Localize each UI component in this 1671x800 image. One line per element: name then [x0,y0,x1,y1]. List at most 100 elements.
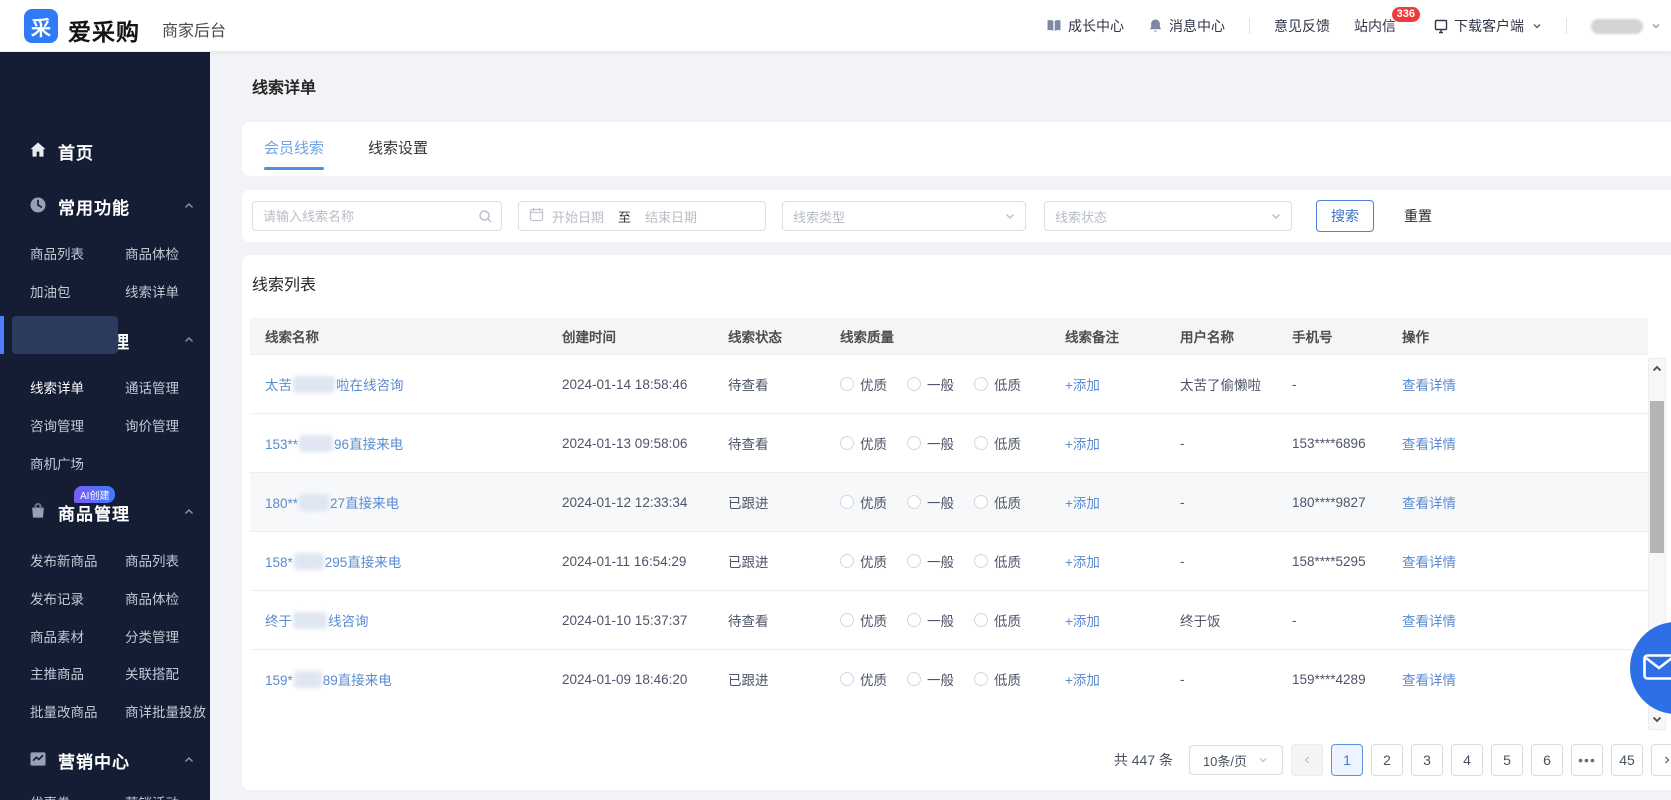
sidebar-item[interactable]: 询价管理 [125,415,179,435]
sidebar-item-home[interactable]: 首页 [0,138,210,164]
start-date-placeholder[interactable]: 开始日期 [552,207,604,226]
view-details-link[interactable]: 查看详情 [1402,378,1456,393]
search-button[interactable]: 搜索 [1316,200,1374,232]
sidebar-section-marketing[interactable]: 营销中心 [0,747,210,773]
view-details-link[interactable]: 查看详情 [1402,496,1456,511]
date-range-picker[interactable]: 开始日期 至 结束日期 [518,201,766,231]
site-mail-link[interactable]: 站内信 336 [1354,7,1420,36]
tabs-card: 会员线索 线索设置 [242,122,1671,176]
phone-number: 180****9827 [1292,494,1366,510]
sidebar-item-lead-details-active[interactable]: 线索详单 [30,377,84,397]
sidebar-submenu-row: 咨询管理 询价管理 [0,415,210,437]
sidebar-item[interactable]: 通话管理 [125,377,179,397]
add-remark-link[interactable]: +添加 [1065,496,1100,511]
quality-radio-low[interactable]: 低质 [974,492,1021,512]
prev-page-button[interactable]: ‹ [1291,744,1323,776]
sidebar-item[interactable]: 关联搭配 [125,663,179,683]
sidebar-item[interactable]: 商机广场 [30,453,84,473]
quality-radio-low[interactable]: 低质 [974,433,1021,453]
sidebar-section-common[interactable]: 常用功能 [0,193,210,219]
growth-center-link[interactable]: 成长中心 [1046,16,1124,36]
lead-status-select[interactable]: 线索状态 [1044,201,1292,231]
tab-lead-settings[interactable]: 线索设置 [368,137,428,170]
scroll-up-arrow[interactable] [1649,359,1665,379]
lead-name-link[interactable]: 终于 线咨询 [265,612,369,629]
view-details-link[interactable]: 查看详情 [1402,437,1456,452]
sidebar-item[interactable]: 分类管理 [125,626,179,646]
view-details-link[interactable]: 查看详情 [1402,614,1456,629]
lead-name-link[interactable]: 158* 295直接来电 [265,553,401,570]
end-date-placeholder[interactable]: 结束日期 [645,207,697,226]
lead-name-search-field[interactable] [252,201,502,231]
sidebar-item[interactable]: 咨询管理 [30,415,84,435]
sidebar-item[interactable]: 批量改商品 [30,701,98,721]
sidebar-item[interactable]: 营销活动 [125,792,179,800]
created-time: 2024-01-14 18:58:46 [562,376,688,392]
search-input[interactable] [263,208,473,224]
quality-radio-high[interactable]: 优质 [840,492,887,512]
download-client-link[interactable]: 下载客户端 [1434,16,1542,36]
more-pages-button[interactable]: ••• [1571,744,1603,776]
quality-radio-high[interactable]: 优质 [840,374,887,394]
tab-member-leads[interactable]: 会员线索 [264,137,324,170]
view-details-link[interactable]: 查看详情 [1402,555,1456,570]
page-button-2[interactable]: 2 [1371,744,1403,776]
page-button-3[interactable]: 3 [1411,744,1443,776]
page-button-5[interactable]: 5 [1491,744,1523,776]
quality-radio-low[interactable]: 低质 [974,374,1021,394]
sidebar-submenu-row: 批量改商品 商详批量投放 [0,701,210,723]
quality-radio-high[interactable]: 优质 [840,610,887,630]
sidebar-item[interactable]: 商品体检 [125,588,179,608]
phone-number: 153****6896 [1292,435,1366,451]
brand-logo-icon[interactable]: 采 [24,9,58,43]
sidebar-item[interactable]: 主推商品 [30,663,84,683]
page-size-select[interactable]: 10条/页 [1189,745,1283,775]
page-button-45[interactable]: 45 [1611,744,1643,776]
app-window: 采 爱采购 商家后台 成长中心 消息中心 意见反馈 站内信 336 下载客户端 [0,0,1671,800]
page-button-6[interactable]: 6 [1531,744,1563,776]
quality-radio-normal[interactable]: 一般 [907,492,954,512]
quality-radio-low[interactable]: 低质 [974,610,1021,630]
add-remark-link[interactable]: +添加 [1065,555,1100,570]
sidebar-item[interactable]: 商品列表 [125,550,179,570]
lead-type-select[interactable]: 线索类型 [782,201,1026,231]
account-menu[interactable] [1591,18,1661,34]
quality-radio-normal[interactable]: 一般 [907,610,954,630]
reset-button[interactable]: 重置 [1404,206,1432,226]
quality-radio-normal[interactable]: 一般 [907,374,954,394]
sidebar-item[interactable]: 优惠券 [30,792,71,800]
lead-name-link[interactable]: 太苦 啦在线咨询 [265,376,404,393]
scrollbar-thumb[interactable] [1650,401,1664,553]
view-details-link[interactable]: 查看详情 [1402,673,1456,688]
sidebar-item[interactable]: 发布新商品 [30,550,98,570]
lead-name-link[interactable]: 159* 89直接来电 [265,671,392,688]
sidebar-item[interactable]: 商详批量投放 [125,701,206,721]
add-remark-link[interactable]: +添加 [1065,378,1100,393]
radio-icon [840,554,854,568]
quality-radio-high[interactable]: 优质 [840,551,887,571]
quality-radio-normal[interactable]: 一般 [907,669,954,689]
add-remark-link[interactable]: +添加 [1065,437,1100,452]
sidebar-item[interactable]: 商品体检 [125,243,179,263]
feedback-link[interactable]: 意见反馈 [1274,16,1330,36]
created-time: 2024-01-09 18:46:20 [562,671,688,687]
quality-radio-high[interactable]: 优质 [840,669,887,689]
add-remark-link[interactable]: +添加 [1065,614,1100,629]
next-page-button[interactable]: › [1651,744,1671,776]
quality-radio-normal[interactable]: 一般 [907,551,954,571]
message-center-link[interactable]: 消息中心 [1148,16,1225,36]
lead-name-link[interactable]: 180** 27直接来电 [265,494,399,511]
quality-radio-low[interactable]: 低质 [974,669,1021,689]
quality-radio-normal[interactable]: 一般 [907,433,954,453]
page-button-4[interactable]: 4 [1451,744,1483,776]
sidebar-item[interactable]: 线索详单 [125,281,179,301]
sidebar-item[interactable]: 加油包 [30,281,71,301]
quality-radio-high[interactable]: 优质 [840,433,887,453]
sidebar-item[interactable]: 商品列表 [30,243,84,263]
page-button-1[interactable]: 1 [1331,744,1363,776]
lead-name-link[interactable]: 153** 96直接来电 [265,435,403,452]
sidebar-item[interactable]: 商品素材 [30,626,84,646]
quality-radio-low[interactable]: 低质 [974,551,1021,571]
add-remark-link[interactable]: +添加 [1065,673,1100,688]
sidebar-item[interactable]: 发布记录 [30,588,84,608]
